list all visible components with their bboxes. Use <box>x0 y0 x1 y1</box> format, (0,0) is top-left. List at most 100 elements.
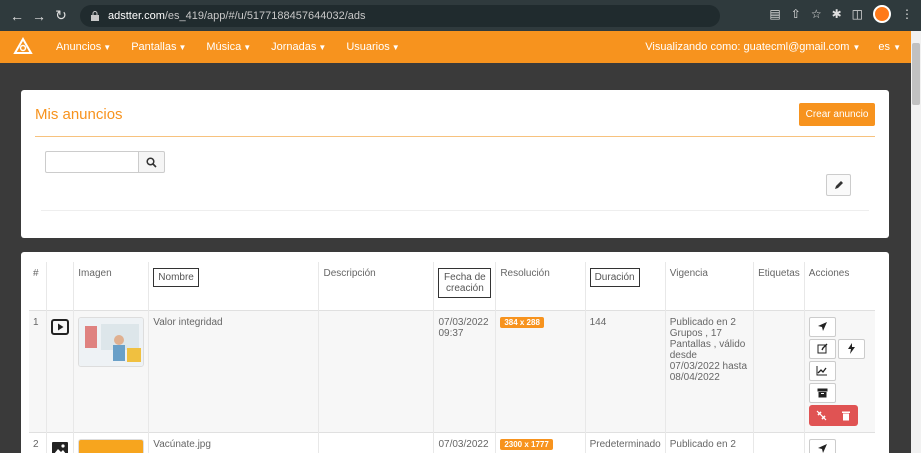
reload-icon[interactable]: ↻ <box>50 7 72 24</box>
col-type <box>46 262 75 310</box>
col-validity[interactable]: Vigencia <box>665 262 755 310</box>
user-menu[interactable]: Visualizando como: guatecml@gmail.com ▼ <box>645 41 860 53</box>
sidepanel-icon[interactable]: ◫ <box>852 7 863 21</box>
table-row: 2 Vacúnate.jpg 07/03/2022 2300 x 1777 Pr… <box>29 431 875 453</box>
ad-thumbnail[interactable] <box>78 438 145 453</box>
caret-down-icon: ▼ <box>391 43 400 52</box>
caret-down-icon: ▼ <box>893 43 901 52</box>
nav-menu-jornadas[interactable]: Jornadas ▼ <box>271 41 326 53</box>
caret-down-icon: ▼ <box>178 43 187 52</box>
trash-icon[interactable] <box>841 410 851 421</box>
row-number: 1 <box>29 309 48 432</box>
row-name: Valor integridad <box>148 309 320 432</box>
profile-avatar[interactable] <box>873 5 891 23</box>
forward-icon[interactable]: → <box>28 8 50 24</box>
row-type <box>46 309 75 432</box>
bolt-icon <box>847 343 855 354</box>
quick-action-button[interactable] <box>837 338 865 359</box>
ads-header-panel: Mis anuncios Crear anuncio <box>21 90 889 238</box>
caret-down-icon: ▼ <box>243 43 252 52</box>
col-created[interactable]: Fecha de creación <box>433 262 497 310</box>
search-input[interactable] <box>45 151 139 173</box>
send-icon <box>817 444 827 453</box>
search-button[interactable] <box>139 151 165 173</box>
danger-actions <box>808 404 858 426</box>
star-icon[interactable]: ☆ <box>811 7 822 21</box>
col-tags[interactable]: Etiquetas <box>753 262 805 310</box>
table-row: 1 Valor integridad 07/03/2022 09:37 384 … <box>29 309 875 432</box>
row-resolution: 2300 x 1777 <box>495 431 586 453</box>
edit-ad-button[interactable] <box>808 338 836 359</box>
col-duration[interactable]: Duración <box>585 262 666 310</box>
caret-down-icon: ▼ <box>852 43 861 52</box>
publish-button[interactable] <box>808 438 836 453</box>
lock-icon <box>91 10 99 21</box>
row-actions <box>804 309 875 432</box>
scrollbar-thumb[interactable] <box>912 43 920 105</box>
address-bar[interactable]: adstter.com/es_419/app/#/u/5177188457644… <box>80 4 720 27</box>
logo-icon[interactable] <box>12 36 34 58</box>
row-tags <box>753 309 805 432</box>
row-validity: Publicado en 2 <box>665 431 755 453</box>
image-icon <box>52 441 69 453</box>
row-actions <box>804 431 875 453</box>
row-image <box>73 431 150 453</box>
row-image <box>73 309 150 432</box>
col-description[interactable]: Descripción <box>318 262 435 310</box>
row-duration: 144 <box>585 309 666 432</box>
row-type <box>46 431 75 453</box>
caret-down-icon: ▼ <box>318 43 327 52</box>
nav-menu-usuarios[interactable]: Usuarios ▼ <box>346 41 399 53</box>
row-description <box>318 309 435 432</box>
resolution-badge: 2300 x 1777 <box>500 438 553 450</box>
resolution-badge: 384 x 288 <box>500 316 544 328</box>
unlink-icon[interactable] <box>816 410 827 421</box>
row-created: 07/03/2022 09:37 <box>433 309 497 432</box>
table-header-row: # Imagen Nombre Descripción Fecha de cre… <box>29 262 875 310</box>
archive-button[interactable] <box>808 382 836 403</box>
chart-line-icon <box>816 365 828 375</box>
pencil-icon <box>834 181 843 189</box>
row-validity: Publicado en 2 Grupos , 17 Pantallas , v… <box>665 309 755 432</box>
row-name: Vacúnate.jpg <box>148 431 320 453</box>
archive-icon <box>817 388 828 397</box>
edit-button[interactable] <box>826 174 851 196</box>
language-menu[interactable]: es ▼ <box>878 41 901 53</box>
row-resolution: 384 x 288 <box>495 309 586 432</box>
ads-table-panel: # Imagen Nombre Descripción Fecha de cre… <box>21 252 889 453</box>
translate-icon[interactable]: ▤ <box>769 7 780 21</box>
nav-menu-anuncios[interactable]: Anuncios ▼ <box>56 41 111 53</box>
row-number: 2 <box>29 431 48 453</box>
col-image[interactable]: Imagen <box>73 262 150 310</box>
row-description <box>318 431 435 453</box>
col-number[interactable]: # <box>29 262 48 310</box>
publish-button[interactable] <box>808 316 836 337</box>
col-actions: Acciones <box>808 268 850 279</box>
row-tags <box>753 431 805 453</box>
col-resolution[interactable]: Resolución <box>495 262 586 310</box>
edit-icon <box>817 343 828 354</box>
browser-toolbar: ← → ↻ adstter.com/es_419/app/#/u/5177188… <box>0 0 921 31</box>
col-name[interactable]: Nombre <box>148 262 320 310</box>
url-domain: adstter.com <box>108 9 165 22</box>
send-icon <box>817 322 827 331</box>
thumbnail-illustration <box>79 317 144 366</box>
stats-button[interactable] <box>808 360 836 381</box>
row-duration: Predeterminado <box>585 431 666 453</box>
create-ad-button[interactable]: Crear anuncio <box>799 103 875 126</box>
title-divider <box>35 136 875 137</box>
panel-divider <box>41 210 869 211</box>
extensions-icon[interactable]: ✱ <box>832 7 842 21</box>
back-icon[interactable]: ← <box>6 8 28 24</box>
ad-thumbnail[interactable] <box>78 316 145 367</box>
caret-down-icon: ▼ <box>103 43 112 52</box>
play-icon <box>51 318 70 335</box>
nav-menu-pantallas[interactable]: Pantallas ▼ <box>131 41 186 53</box>
nav-menu-musica[interactable]: Música ▼ <box>206 41 251 53</box>
app-navbar: Anuncios ▼ Pantallas ▼ Música ▼ Jornadas ▼ U… <box>0 31 911 63</box>
page-scrollbar[interactable] <box>911 31 921 453</box>
share-icon[interactable]: ⇧ <box>791 7 801 21</box>
menu-icon[interactable]: ⋮ <box>901 7 913 21</box>
search-group <box>45 151 165 173</box>
page-title: Mis anuncios <box>35 106 123 123</box>
